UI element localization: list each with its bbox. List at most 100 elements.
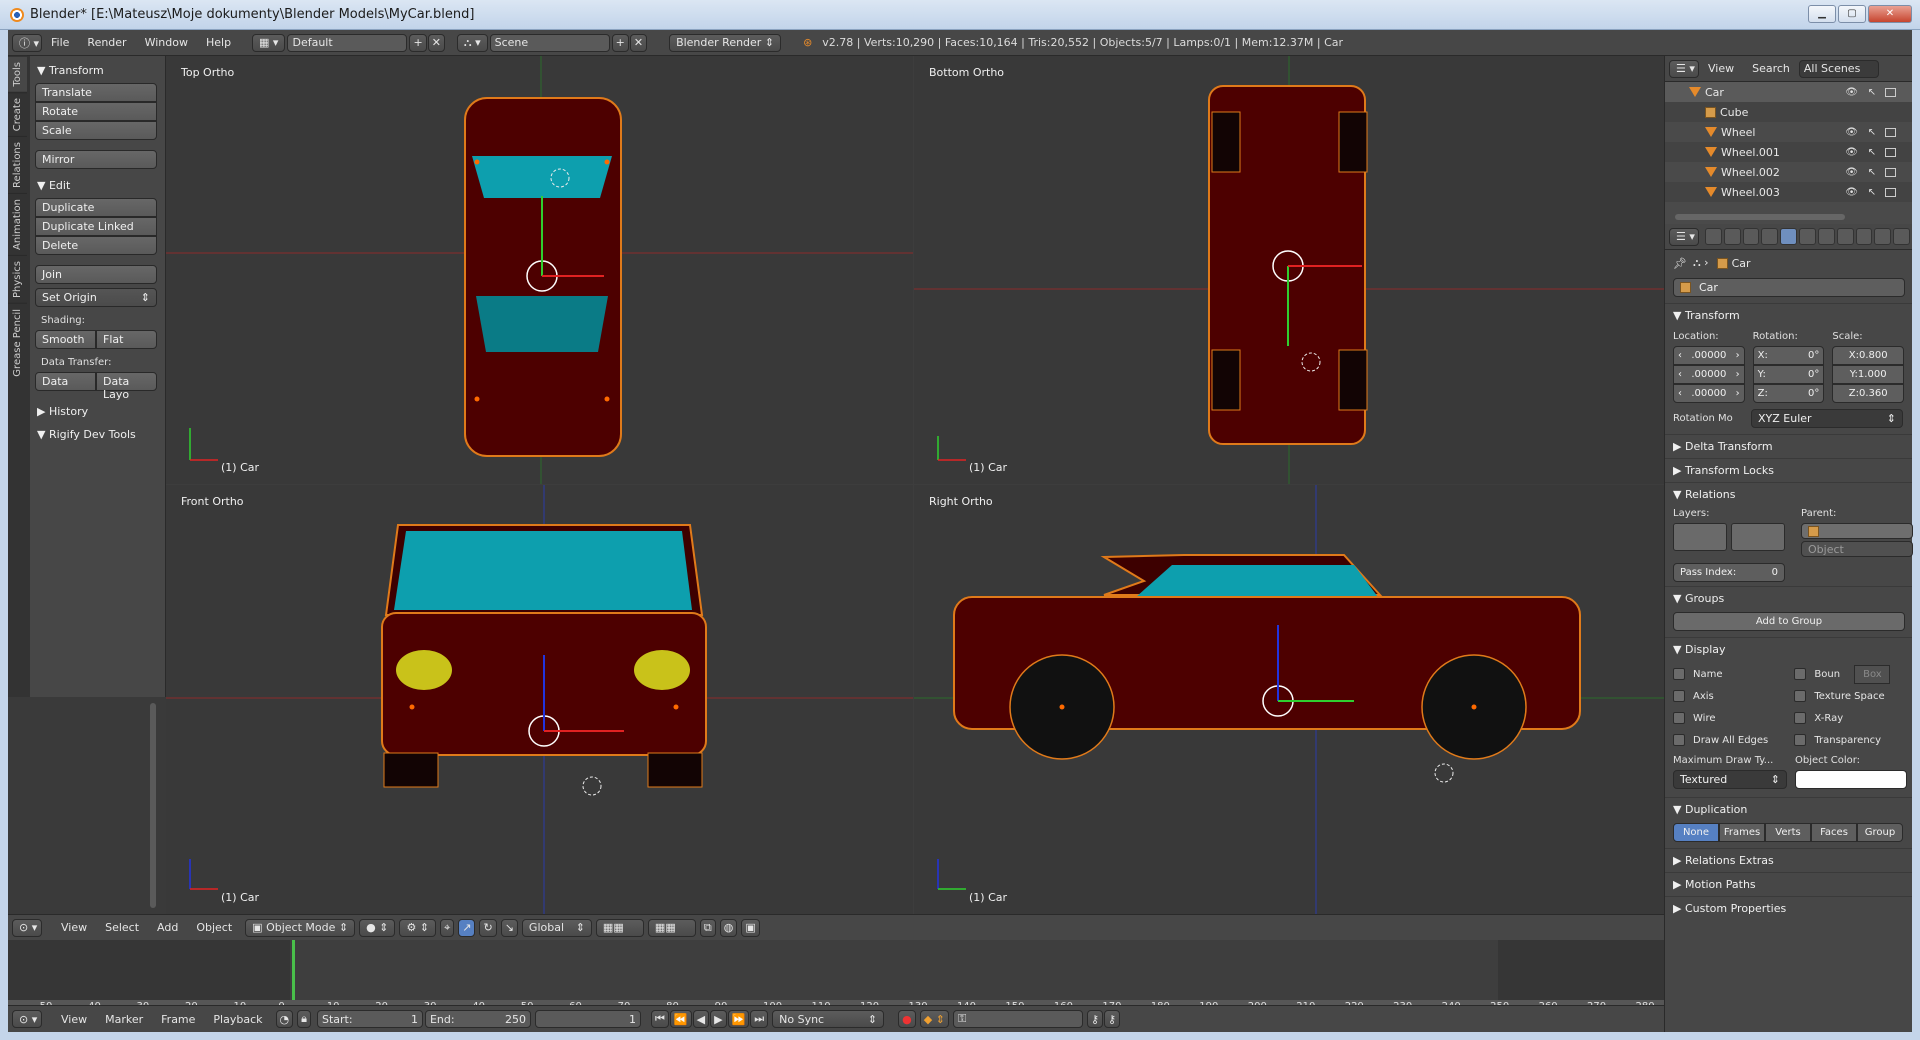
rotate-manipulator-icon[interactable]: ↻	[479, 918, 497, 937]
display-axis-checkbox[interactable]: Axis	[1673, 685, 1794, 707]
rotation-x-field[interactable]: X: 0°	[1752, 346, 1825, 365]
timeline[interactable]: -50-40-30-20-100102030405060708090100110…	[8, 940, 1664, 1014]
visibility-icon[interactable]: 👁︎	[1845, 127, 1858, 138]
tab-tools[interactable]: Tools	[8, 56, 27, 92]
dup-group-button[interactable]: Group	[1857, 823, 1903, 842]
add-to-group-button[interactable]: Add to Group	[1673, 612, 1905, 631]
scrollbar[interactable]	[150, 703, 156, 908]
selectable-icon[interactable]: ↖	[1868, 167, 1876, 178]
menu-object[interactable]: Object	[187, 921, 241, 934]
jump-end-button[interactable]: ⏭	[750, 1010, 769, 1028]
panel-duplication-header[interactable]: ▼ Duplication	[1665, 797, 1912, 821]
pivot-select[interactable]: ⚙ ⇕	[399, 918, 437, 937]
menu-view[interactable]: View	[52, 1013, 96, 1026]
panel-transform-header[interactable]: ▼ Transform	[1665, 303, 1912, 327]
panel-delta-transform-header[interactable]: ▶ Delta Transform	[1665, 434, 1912, 458]
render-icon[interactable]: ◍	[719, 918, 738, 937]
renderable-icon[interactable]	[1885, 167, 1896, 177]
renderable-icon[interactable]	[1885, 147, 1896, 157]
mode-select[interactable]: ▣ Object Mode ⇕	[245, 918, 356, 937]
start-frame-field[interactable]: Start: 1	[316, 1010, 423, 1028]
layers-grid[interactable]	[1731, 523, 1785, 551]
rotation-z-field[interactable]: Z: 0°	[1752, 384, 1825, 403]
dup-frames-button[interactable]: Frames	[1719, 823, 1765, 842]
scrollbar[interactable]	[1675, 214, 1845, 220]
data-tab-icon[interactable]	[1836, 228, 1854, 245]
tab-create[interactable]: Create	[8, 91, 27, 136]
panel-custom-properties-header[interactable]: ▶ Custom Properties	[1665, 896, 1912, 920]
menu-frame[interactable]: Frame	[152, 1013, 204, 1026]
outliner-filter-select[interactable]: All Scenes	[1798, 59, 1879, 78]
editor-type-button[interactable]: ⊙ ▾	[12, 918, 42, 937]
scale-manipulator-icon[interactable]: ↘	[500, 918, 518, 937]
join-button[interactable]: Join	[35, 265, 157, 284]
panel-display-header[interactable]: ▼ Display	[1665, 637, 1912, 661]
duplicate-linked-button[interactable]: Duplicate Linked	[35, 217, 157, 236]
renderable-icon[interactable]	[1885, 87, 1896, 97]
tab-physics[interactable]: Physics	[8, 254, 27, 303]
renderable-icon[interactable]	[1885, 187, 1896, 197]
delete-keyframe-button[interactable]: ⚷	[1104, 1010, 1121, 1028]
play-button[interactable]: ▶	[710, 1010, 727, 1028]
layers-grid-icon[interactable]: ▦▦	[595, 918, 644, 937]
manipulator-toggle[interactable]: ⌖	[440, 918, 455, 937]
selectable-icon[interactable]: ↖	[1868, 187, 1876, 198]
current-frame-field[interactable]: 1	[534, 1010, 641, 1028]
object-name-field[interactable]: Car	[1673, 278, 1905, 297]
prev-keyframe-button[interactable]: ⏪	[669, 1010, 692, 1028]
panel-transform-header[interactable]: ▼ Transform	[37, 64, 160, 77]
outliner-item-car[interactable]: Car 👁︎ ↖	[1665, 82, 1912, 102]
world-tab-icon[interactable]	[1761, 228, 1779, 245]
snap-toggle-icon[interactable]: ⧉	[699, 918, 716, 937]
scale-z-field[interactable]: Z:0.360	[1832, 384, 1905, 403]
outliner-item-wheel-001[interactable]: Wheel.001 👁︎ ↖	[1665, 142, 1912, 162]
selectable-icon[interactable]: ↖	[1868, 127, 1876, 138]
object-color-swatch[interactable]	[1795, 770, 1907, 789]
viewport-top-ortho[interactable]: Top Ortho (1) Car	[166, 56, 913, 484]
texture-space-checkbox[interactable]: Texture Space	[1794, 685, 1904, 707]
viewport-front-ortho[interactable]: Front Ortho (1) Car	[166, 485, 913, 914]
add-screen-button[interactable]: +	[409, 33, 427, 52]
smooth-button[interactable]: Smooth	[35, 330, 96, 349]
viewport-right-ortho[interactable]: Right Ortho (1) Car	[914, 485, 1664, 914]
panel-relations-header[interactable]: ▼ Relations	[1665, 482, 1912, 506]
scene-field[interactable]: Scene	[489, 33, 610, 52]
tab-relations[interactable]: Relations	[8, 135, 27, 193]
layers-grid[interactable]	[1673, 523, 1727, 551]
sync-select[interactable]: No Sync ⇕	[772, 1010, 885, 1028]
set-origin-select[interactable]: Set Origin ⇕	[35, 288, 157, 307]
panel-edit-header[interactable]: ▼ Edit	[37, 179, 160, 192]
keying-set-field[interactable]: ⚿	[952, 1010, 1083, 1028]
close-button[interactable]: ✕	[1868, 5, 1912, 23]
remove-screen-button[interactable]: ✕	[427, 33, 445, 52]
data-button[interactable]: Data	[35, 372, 96, 391]
menu-help[interactable]: Help	[197, 36, 240, 49]
render-tab-icon[interactable]	[1705, 228, 1722, 245]
location-y-field[interactable]: ‹ .00000 ›	[1673, 365, 1745, 384]
editor-type-button[interactable]: ⊙ ▾	[12, 1010, 42, 1028]
minimize-button[interactable]: ▁	[1808, 5, 1836, 23]
menu-view[interactable]: View	[52, 921, 96, 934]
modifiers-tab-icon[interactable]	[1817, 228, 1835, 245]
shading-select[interactable]: ● ⇕	[359, 918, 396, 937]
panel-history-header[interactable]: ▶ History	[37, 405, 160, 418]
visibility-icon[interactable]: 👁︎	[1845, 167, 1858, 178]
bounds-type-select[interactable]: Box	[1854, 664, 1891, 684]
visibility-icon[interactable]: 👁︎	[1845, 187, 1858, 198]
visibility-icon[interactable]: 👁︎	[1845, 87, 1858, 98]
display-all-edges-checkbox[interactable]: Draw All Edges	[1673, 729, 1794, 751]
insert-keyframe-button[interactable]: ⚷	[1086, 1010, 1103, 1028]
current-frame-line[interactable]	[292, 940, 295, 1000]
tab-grease-pencil[interactable]: Grease Pencil	[8, 302, 27, 382]
parent-field[interactable]	[1801, 523, 1913, 539]
material-tab-icon[interactable]	[1855, 228, 1873, 245]
selectable-icon[interactable]: ↖	[1868, 147, 1876, 158]
scale-y-field[interactable]: Y:1.000	[1832, 365, 1905, 384]
panel-relations-extras-header[interactable]: ▶ Relations Extras	[1665, 848, 1912, 872]
data-layout-button[interactable]: Data Layo	[96, 372, 157, 401]
jump-start-button[interactable]: ⏮	[650, 1010, 669, 1028]
menu-add[interactable]: Add	[148, 921, 187, 934]
delete-button[interactable]: Delete	[35, 236, 157, 255]
rotation-y-field[interactable]: Y: 0°	[1752, 365, 1825, 384]
flat-button[interactable]: Flat	[96, 330, 157, 349]
